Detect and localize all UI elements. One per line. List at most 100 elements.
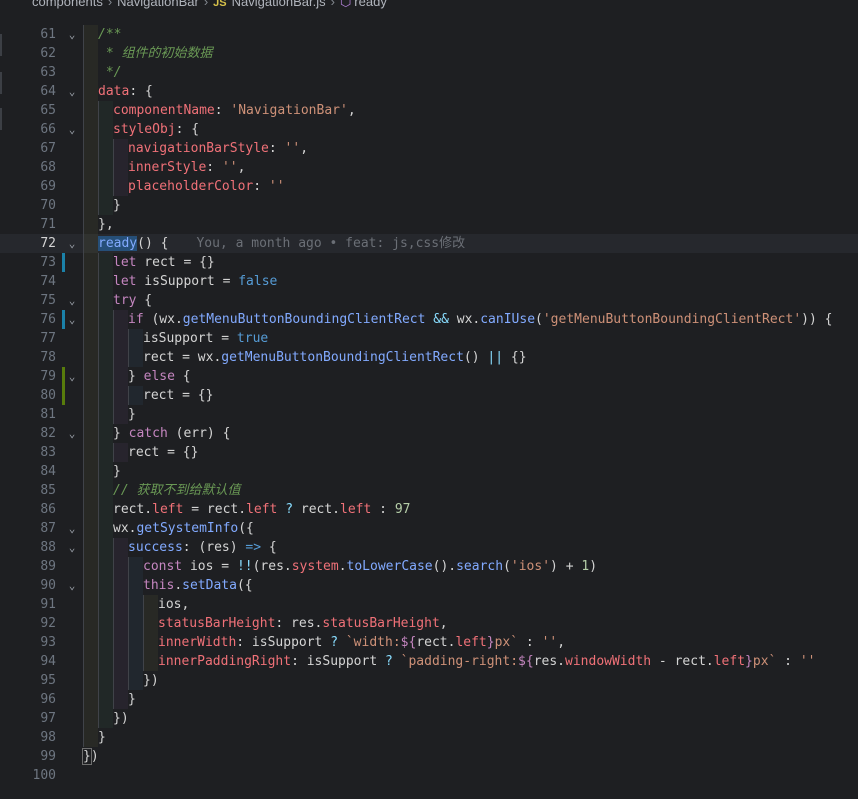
code-line[interactable]: 86 rect.left = rect.left ? rect.left : 97 xyxy=(0,500,858,519)
line-number: 69 xyxy=(40,179,56,194)
code-line[interactable]: 88 ⌄ success: (res) => { xyxy=(0,538,858,557)
fold-chevron-icon[interactable]: ⌄ xyxy=(65,576,79,595)
code-line[interactable]: 92 statusBarHeight: res.statusBarHeight, xyxy=(0,614,858,633)
code-token: : xyxy=(268,141,285,156)
line-number: 93 xyxy=(40,635,56,650)
code-line[interactable]: 98} xyxy=(0,728,858,747)
code-token: /** xyxy=(98,27,122,42)
code-line[interactable]: 89 const ios = !!(res.system.toLowerCase(… xyxy=(0,557,858,576)
code-line[interactable]: 87 ⌄ wx.getSystemInfo({ xyxy=(0,519,858,538)
indent-guide xyxy=(83,538,98,557)
fold-chevron-icon[interactable]: ⌄ xyxy=(65,519,79,538)
code-line[interactable]: 83 rect = {} xyxy=(0,443,858,462)
code-line[interactable]: 65 componentName: 'NavigationBar', xyxy=(0,101,858,120)
indent-guide xyxy=(113,538,128,557)
code-editor[interactable]: 61 ⌄/** 62 * 组件的初始数据 63 */64 ⌄ data: {65 compo… xyxy=(0,22,858,799)
code-line[interactable]: 64 ⌄ data: { xyxy=(0,82,858,101)
code-text: // 获取不到给默认值 xyxy=(83,481,858,500)
code-line[interactable]: 77 isSupport = true xyxy=(0,329,858,348)
code-line[interactable]: 99}) xyxy=(0,747,858,766)
indent-guide xyxy=(143,652,158,671)
code-line[interactable]: 76 ⌄ if (wx.getMenuButtonBoundingClientRec… xyxy=(0,310,858,329)
breadcrumb-subfolder[interactable]: NavigationBar xyxy=(117,0,199,9)
code-text: } xyxy=(83,728,858,747)
code-token: rect = {} xyxy=(136,255,215,270)
breadcrumb-symbol[interactable]: ready xyxy=(354,0,387,9)
chevron-right-icon: › xyxy=(330,0,335,9)
code-line[interactable]: 97}) xyxy=(0,709,858,728)
indent-guide xyxy=(98,196,113,215)
code-line[interactable]: 80 rect = {} xyxy=(0,386,858,405)
code-line[interactable]: 79 ⌄} else { xyxy=(0,367,858,386)
code-line[interactable]: 100 xyxy=(0,766,858,785)
indent-guide xyxy=(128,386,143,405)
breadcrumb-file[interactable]: NavigationBar.js xyxy=(232,0,326,9)
code-line[interactable]: 78 rect = wx.getMenuButtonBoundingClientR… xyxy=(0,348,858,367)
code-token: } xyxy=(113,464,121,479)
modified-line-marker[interactable] xyxy=(62,253,65,272)
fold-chevron-icon[interactable]: ⌄ xyxy=(65,25,79,44)
code-line[interactable]: 66 ⌄ styleObj: { xyxy=(0,120,858,139)
code-token: success xyxy=(128,540,183,555)
indent-guide xyxy=(113,386,128,405)
code-line[interactable]: 82 ⌄} catch (err) { xyxy=(0,424,858,443)
indent-guide xyxy=(83,386,98,405)
code-line[interactable]: 93 innerWidth: isSupport ? `width:${rect.… xyxy=(0,633,858,652)
code-line[interactable]: 67 navigationBarStyle: '', xyxy=(0,139,858,158)
added-line-marker[interactable] xyxy=(62,386,65,405)
code-line[interactable]: 61 ⌄ /** xyxy=(0,25,858,44)
code-token: if xyxy=(128,312,144,327)
indent-guide xyxy=(98,405,113,424)
code-line[interactable]: 69 placeholderColor: '' xyxy=(0,177,858,196)
indent-guide xyxy=(83,614,98,633)
fold-chevron-icon[interactable]: ⌄ xyxy=(65,120,79,139)
fold-chevron-icon[interactable]: ⌄ xyxy=(65,82,79,101)
code-token: ? xyxy=(384,654,393,669)
code-line[interactable]: 70} xyxy=(0,196,858,215)
fold-chevron-icon[interactable]: ⌄ xyxy=(65,367,79,386)
fold-chevron-icon[interactable]: ⌄ xyxy=(65,538,79,557)
code-token: innerPaddingRight xyxy=(158,654,292,669)
code-line[interactable]: 96} xyxy=(0,690,858,709)
code-text: rect.left = rect.left ? rect.left : 97 xyxy=(83,500,858,519)
code-token: left xyxy=(152,502,184,517)
code-line[interactable]: 72 ⌄ ready() {You, a month ago • feat: js,… xyxy=(0,234,858,253)
code-token: setData xyxy=(182,578,237,593)
code-line[interactable]: 95}) xyxy=(0,671,858,690)
code-line[interactable]: 91 ios, xyxy=(0,595,858,614)
code-text: }, xyxy=(83,215,858,234)
code-line[interactable]: 75 ⌄ try { xyxy=(0,291,858,310)
fold-chevron-icon[interactable]: ⌄ xyxy=(65,310,79,329)
indent-guide xyxy=(83,291,98,310)
code-line[interactable]: 94 innerPaddingRight: isSupport ? `paddin… xyxy=(0,652,858,671)
code-token: = rect. xyxy=(183,502,247,517)
code-token: ? xyxy=(330,635,339,650)
code-line[interactable]: 74 let isSupport = false xyxy=(0,272,858,291)
code-line[interactable]: 84} xyxy=(0,462,858,481)
chevron-right-icon: › xyxy=(203,0,209,9)
code-token: left xyxy=(246,502,278,517)
fold-chevron-icon[interactable]: ⌄ xyxy=(65,234,79,253)
code-token: statusBarHeight xyxy=(322,616,440,631)
code-token: false xyxy=(238,274,278,289)
indent-guide xyxy=(98,709,113,728)
code-line[interactable]: 63 */ xyxy=(0,63,858,82)
code-token: ios = xyxy=(182,559,237,574)
code-line[interactable]: 73 let rect = {} xyxy=(0,253,858,272)
code-text: }) xyxy=(83,709,858,728)
code-token: wx. xyxy=(448,312,481,327)
line-number: 70 xyxy=(40,198,56,213)
fold-chevron-icon[interactable]: ⌄ xyxy=(65,291,79,310)
indent-guide xyxy=(113,633,128,652)
code-line[interactable]: 81} xyxy=(0,405,858,424)
code-line[interactable]: 68 innerStyle: '', xyxy=(0,158,858,177)
code-line[interactable]: 62 * 组件的初始数据 xyxy=(0,44,858,63)
code-line[interactable]: 85 // 获取不到给默认值 xyxy=(0,481,858,500)
line-number: 92 xyxy=(40,616,56,631)
code-line[interactable]: 71}, xyxy=(0,215,858,234)
breadcrumb-folder[interactable]: components xyxy=(32,0,103,9)
code-line[interactable]: 90 ⌄ this.setData({ xyxy=(0,576,858,595)
code-token: px` xyxy=(752,654,777,669)
fold-chevron-icon[interactable]: ⌄ xyxy=(65,424,79,443)
indent-guide xyxy=(83,633,98,652)
